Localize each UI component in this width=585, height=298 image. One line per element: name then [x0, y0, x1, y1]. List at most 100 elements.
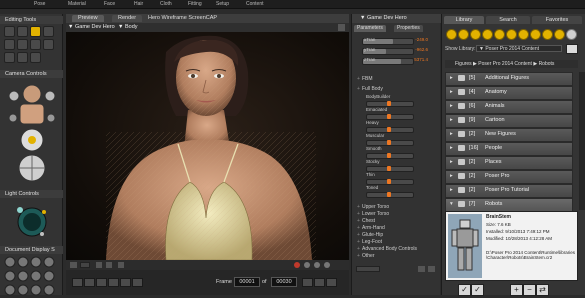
menu-hair[interactable]: Hair: [134, 1, 143, 7]
group-glute-hip[interactable]: Glute-Hip: [357, 232, 383, 238]
tab-search[interactable]: Search: [486, 16, 530, 24]
cameras-category-icon[interactable]: [530, 29, 541, 40]
keyframe-button[interactable]: [302, 278, 313, 287]
view-magnifier-tool-icon[interactable]: [4, 52, 15, 63]
camera-controls-widget[interactable]: [6, 80, 58, 190]
list-item[interactable]: ▸ [2] Poser Pro: [445, 170, 573, 184]
poses-category-icon[interactable]: [458, 29, 469, 40]
ztran-value[interactable]: 5371.4: [402, 57, 428, 62]
chain-break-tool-icon[interactable]: [17, 39, 28, 50]
3d-viewport[interactable]: [66, 32, 349, 260]
group-lower-torso[interactable]: Lower Torso: [357, 211, 389, 217]
group-arm-hand[interactable]: Arm-Hand: [357, 225, 385, 231]
replace-in-library-button[interactable]: ⇄: [536, 284, 549, 296]
group-upper-torso[interactable]: Upper Torso: [357, 204, 389, 210]
tab-library[interactable]: Library: [444, 16, 484, 24]
group-other[interactable]: Other: [357, 253, 375, 259]
group-chest[interactable]: Chest: [357, 218, 375, 224]
status-dot-icon[interactable]: [304, 262, 310, 268]
add-keyframe-button[interactable]: [314, 278, 325, 287]
scripts-category-icon[interactable]: [566, 29, 577, 40]
hair-category-icon[interactable]: [482, 29, 493, 40]
menu-content[interactable]: Content: [246, 1, 264, 7]
scale-tool-icon[interactable]: [43, 26, 54, 37]
twist-tool-icon[interactable]: [17, 26, 28, 37]
viewport-bottom-icon-4[interactable]: [118, 262, 124, 268]
params-bottom-icon-2[interactable]: [428, 266, 435, 272]
params-figure-title[interactable]: ▼ Game Dev Hero: [352, 14, 441, 23]
fbm-group[interactable]: FBM: [357, 76, 373, 82]
menu-pose[interactable]: Pose: [34, 1, 45, 7]
list-item[interactable]: ▸ [16] People: [445, 142, 573, 156]
list-item[interactable]: ▸ [6] Animals: [445, 100, 573, 114]
status-dot-icon-3[interactable]: [324, 262, 330, 268]
figures-category-icon[interactable]: [446, 29, 457, 40]
morph-tool-icon[interactable]: [17, 52, 28, 63]
add-to-library-button[interactable]: +: [510, 284, 523, 296]
morph-slider[interactable]: [366, 192, 414, 198]
menu-material[interactable]: Material: [68, 1, 86, 7]
library-scrollbar[interactable]: [579, 72, 585, 210]
ytran-value[interactable]: -962.6: [402, 47, 428, 52]
props-category-icon[interactable]: [506, 29, 517, 40]
next-frame-button[interactable]: [108, 278, 119, 287]
list-item[interactable]: ▸ [9] Cartoon: [445, 114, 573, 128]
hands-category-icon[interactable]: [494, 29, 505, 40]
group-leg-foot[interactable]: Leg-Foot: [357, 239, 382, 245]
viewport-bottom-dropdown[interactable]: [80, 262, 90, 268]
list-item[interactable]: ▸ [2] Places: [445, 156, 573, 170]
menu-fitting[interactable]: Fitting: [188, 1, 202, 7]
tab-preview[interactable]: Preview: [72, 15, 104, 22]
taper-tool-icon[interactable]: [4, 39, 15, 50]
list-item-selected[interactable]: ▾ [7] Robots: [445, 198, 573, 212]
apply-double-check-button[interactable]: ✓: [471, 284, 484, 296]
light-controls-widget[interactable]: [10, 200, 54, 244]
expressions-category-icon[interactable]: [470, 29, 481, 40]
xtran-value[interactable]: -249.0: [402, 37, 428, 42]
loop-button[interactable]: [132, 278, 143, 287]
group-advanced-body-controls[interactable]: Advanced Body Controls: [357, 246, 417, 252]
current-frame-field[interactable]: 00001: [234, 277, 260, 287]
rotate-tool-icon[interactable]: [4, 26, 15, 37]
menu-cloth[interactable]: Cloth: [160, 1, 172, 7]
list-item[interactable]: ▸ [4] Anatomy: [445, 86, 573, 100]
status-dot-icon-2[interactable]: [314, 262, 320, 268]
menu-setup[interactable]: Setup: [216, 1, 229, 7]
tab-properties[interactable]: Properties: [394, 25, 423, 32]
full-body-group[interactable]: Full Body: [357, 86, 383, 92]
scenes-category-icon[interactable]: [554, 29, 565, 40]
tab-render[interactable]: Render: [112, 15, 143, 22]
play-button[interactable]: [96, 278, 107, 287]
list-item[interactable]: ▸ [2] Poser Pro Tutorial: [445, 184, 573, 198]
params-bottom-icon[interactable]: [418, 266, 425, 272]
viewport-bottom-left-icon[interactable]: [70, 262, 77, 268]
add-library-button[interactable]: [566, 44, 578, 54]
translate-tool-icon[interactable]: [30, 26, 41, 37]
last-frame-button[interactable]: [120, 278, 131, 287]
prev-frame-button[interactable]: [84, 278, 95, 287]
library-breadcrumb[interactable]: Figures ▶ Poser Pro 2014 Content ▶ Robot…: [445, 60, 578, 68]
remove-from-library-button[interactable]: −: [523, 284, 536, 296]
body-part-select[interactable]: ▼ Body: [118, 24, 138, 30]
tab-parameters[interactable]: Parameters: [354, 25, 386, 32]
first-frame-button[interactable]: [72, 278, 83, 287]
grouping-tool-icon[interactable]: [43, 39, 54, 50]
color-tool-icon[interactable]: [30, 39, 41, 50]
camera-select[interactable]: ▼ Game Dev Hero: [68, 24, 115, 30]
lights-category-icon[interactable]: [518, 29, 529, 40]
list-item[interactable]: ▸ [2] New Figures: [445, 128, 573, 142]
remove-keyframe-button[interactable]: [326, 278, 337, 287]
viewport-bottom-icon-3[interactable]: [106, 262, 112, 268]
menu-face[interactable]: Face: [104, 1, 115, 7]
apply-checkmark-button[interactable]: ✓: [458, 284, 471, 296]
total-frames-field[interactable]: 00030: [271, 277, 297, 287]
direct-manipulation-tool-icon[interactable]: [30, 52, 41, 63]
viewport-options-icon[interactable]: [338, 24, 345, 31]
params-bottom-dropdown[interactable]: [356, 266, 380, 272]
tab-favorites[interactable]: Favorites: [532, 16, 582, 24]
list-item[interactable]: ▸ [5] Additional Figures: [445, 72, 573, 86]
record-icon[interactable]: [294, 262, 300, 268]
library-source-select[interactable]: ▼ Poser Pro 2014 Content: [476, 45, 562, 52]
materials-category-icon[interactable]: [542, 29, 553, 40]
viewport-bottom-icon-2[interactable]: [96, 262, 102, 268]
